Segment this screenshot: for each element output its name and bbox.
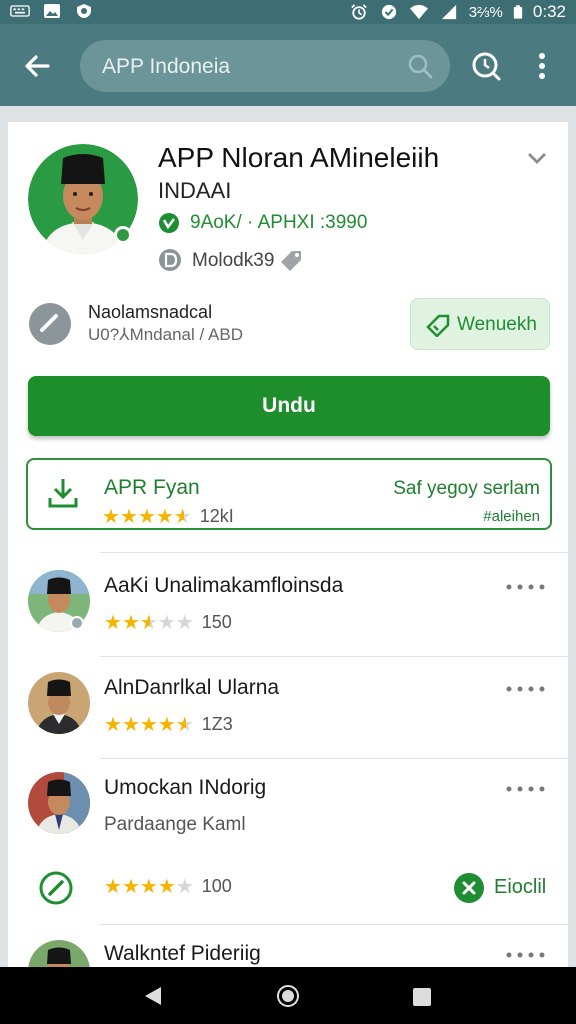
rating-stars: ★ ★ ★ ★ ★ 1Z3 xyxy=(104,714,233,735)
compass-icon xyxy=(39,871,73,905)
star-icon: ★ xyxy=(121,611,140,634)
app-detail-card: APP Nloran AMineleiih INDAAI 9AoK/ · APH… xyxy=(8,122,568,967)
list-item-name: Walkntef Pideriig xyxy=(104,942,261,965)
featured-title: APR Fyan xyxy=(104,476,200,499)
install-button[interactable]: Undu xyxy=(28,376,550,436)
rating-count: 150 xyxy=(201,612,232,632)
star-icon: ★ xyxy=(139,713,158,736)
rating-stars: ★ ★ ★ ★ ★ 12kI xyxy=(102,506,234,527)
divider xyxy=(100,924,568,925)
star-icon: ★ xyxy=(175,611,194,634)
star-icon: ★ xyxy=(139,611,158,634)
wishlist-icon xyxy=(426,314,450,337)
app-bar: APP Indoneia xyxy=(0,24,576,106)
star-icon: ★ xyxy=(155,505,174,528)
divider xyxy=(100,552,568,553)
signal-icon xyxy=(441,4,456,20)
install-label: Undu xyxy=(262,394,316,417)
info-line-primary: Naolamsnadcal xyxy=(88,302,213,322)
star-icon: ★ xyxy=(175,713,194,736)
search-icon[interactable] xyxy=(406,52,434,80)
star-icon: ★ xyxy=(175,875,194,898)
star-icon: ★ xyxy=(104,875,122,898)
data-saver-icon xyxy=(381,4,396,20)
nav-home-icon[interactable] xyxy=(276,984,300,1008)
search-input[interactable]: APP Indoneia xyxy=(102,55,230,79)
featured-tag: #aleihen xyxy=(483,508,540,525)
featured-caption: Saf yegoy serlam xyxy=(393,478,540,499)
keyboard-icon xyxy=(10,5,30,17)
online-status-dot xyxy=(114,226,132,244)
featured-app-panel[interactable]: APR Fyan ★ ★ ★ ★ ★ 12kI Saf yegoy serlam #ale… xyxy=(26,458,552,530)
avatar xyxy=(28,672,90,734)
list-item-name: AaKi Unalimakamfloinsda xyxy=(104,574,344,597)
status-bar: 3⅔% 0:32 xyxy=(0,0,576,24)
list-item-name: Umockan INdorig xyxy=(104,776,267,799)
report-button[interactable]: Eioclil xyxy=(454,872,554,904)
divider xyxy=(100,758,568,759)
battery-percent: 3⅔% xyxy=(468,3,503,21)
star-icon: ★ xyxy=(137,505,156,528)
star-icon: ★ xyxy=(104,611,122,634)
star-icon: ★ xyxy=(121,875,140,898)
image-icon xyxy=(44,4,60,18)
alarm-icon xyxy=(350,4,367,20)
app-subtitle: INDAAI xyxy=(158,178,232,203)
avatar xyxy=(28,940,90,967)
star-icon: ★ xyxy=(119,505,138,528)
star-icon: ★ xyxy=(173,505,192,528)
rating-stars: ★ ★ ★ ★ ★ 100 xyxy=(104,876,232,897)
avatar xyxy=(28,772,90,834)
nav-back-icon[interactable] xyxy=(142,985,164,1007)
list-item-subtitle: Pardaange Kaml xyxy=(104,814,246,835)
wishlist-button[interactable]: Wenuekh xyxy=(410,298,550,350)
more-vert-icon[interactable] xyxy=(532,50,552,82)
star-icon: ★ xyxy=(157,713,176,736)
star-icon: ★ xyxy=(139,875,158,898)
list-item[interactable]: Umockan INdorig Pardaange Kaml ★ ★ ★ ★ ★ 100 … xyxy=(8,766,568,916)
nav-recents-icon[interactable] xyxy=(412,987,432,1007)
list-item[interactable]: AlnDanrlkal Ularna ★ ★ ★ ★ ★ 1Z3 xyxy=(8,664,568,756)
more-horiz-icon[interactable] xyxy=(504,950,548,960)
back-arrow-icon[interactable] xyxy=(18,48,58,84)
app-title: APP Nloran AMineleiih xyxy=(158,142,440,173)
developer-icon xyxy=(159,249,181,271)
star-icon: ★ xyxy=(121,713,140,736)
star-icon: ★ xyxy=(102,505,120,528)
list-item[interactable]: AaKi Unalimakamfloinsda ★ ★ ★ ★ ★ 150 xyxy=(8,562,568,654)
info-line-secondary: U0?⅄Mndanal / ABD xyxy=(88,325,243,344)
rating-count: 100 xyxy=(201,876,232,896)
developer-name: Molodk39 xyxy=(192,250,275,271)
chevron-down-icon[interactable] xyxy=(524,148,550,168)
star-icon: ★ xyxy=(157,875,176,898)
shield-icon xyxy=(77,4,91,18)
battery-icon xyxy=(513,5,523,19)
search-bar[interactable]: APP Indoneia xyxy=(80,40,450,92)
more-horiz-icon[interactable] xyxy=(504,582,548,592)
rating-count: 1Z3 xyxy=(201,714,233,734)
wifi-icon xyxy=(409,4,428,20)
rating-count: 12kI xyxy=(199,506,234,526)
more-horiz-icon[interactable] xyxy=(504,684,548,694)
star-icon: ★ xyxy=(157,611,176,634)
more-horiz-icon[interactable] xyxy=(504,784,548,794)
report-label: Eioclil xyxy=(494,876,547,898)
wishlist-label: Wenuekh xyxy=(457,314,537,335)
check-circle-icon xyxy=(29,303,71,345)
star-icon: ★ xyxy=(104,713,122,736)
clock-icon[interactable] xyxy=(470,50,502,82)
divider xyxy=(100,656,568,657)
download-icon xyxy=(48,479,78,508)
verified-icon xyxy=(159,213,179,233)
clock-time: 0:32 xyxy=(532,2,566,21)
list-item[interactable]: Walkntef Pideriig xyxy=(8,934,568,967)
verified-text: 9AoK/ · APHXI :3990 xyxy=(190,212,368,233)
status-dot xyxy=(70,616,84,630)
list-item-name: AlnDanrlkal Ularna xyxy=(104,676,280,699)
close-icon xyxy=(454,873,484,903)
system-nav-bar xyxy=(0,967,576,1024)
tag-icon xyxy=(281,251,301,271)
rating-stars: ★ ★ ★ ★ ★ 150 xyxy=(104,612,232,633)
